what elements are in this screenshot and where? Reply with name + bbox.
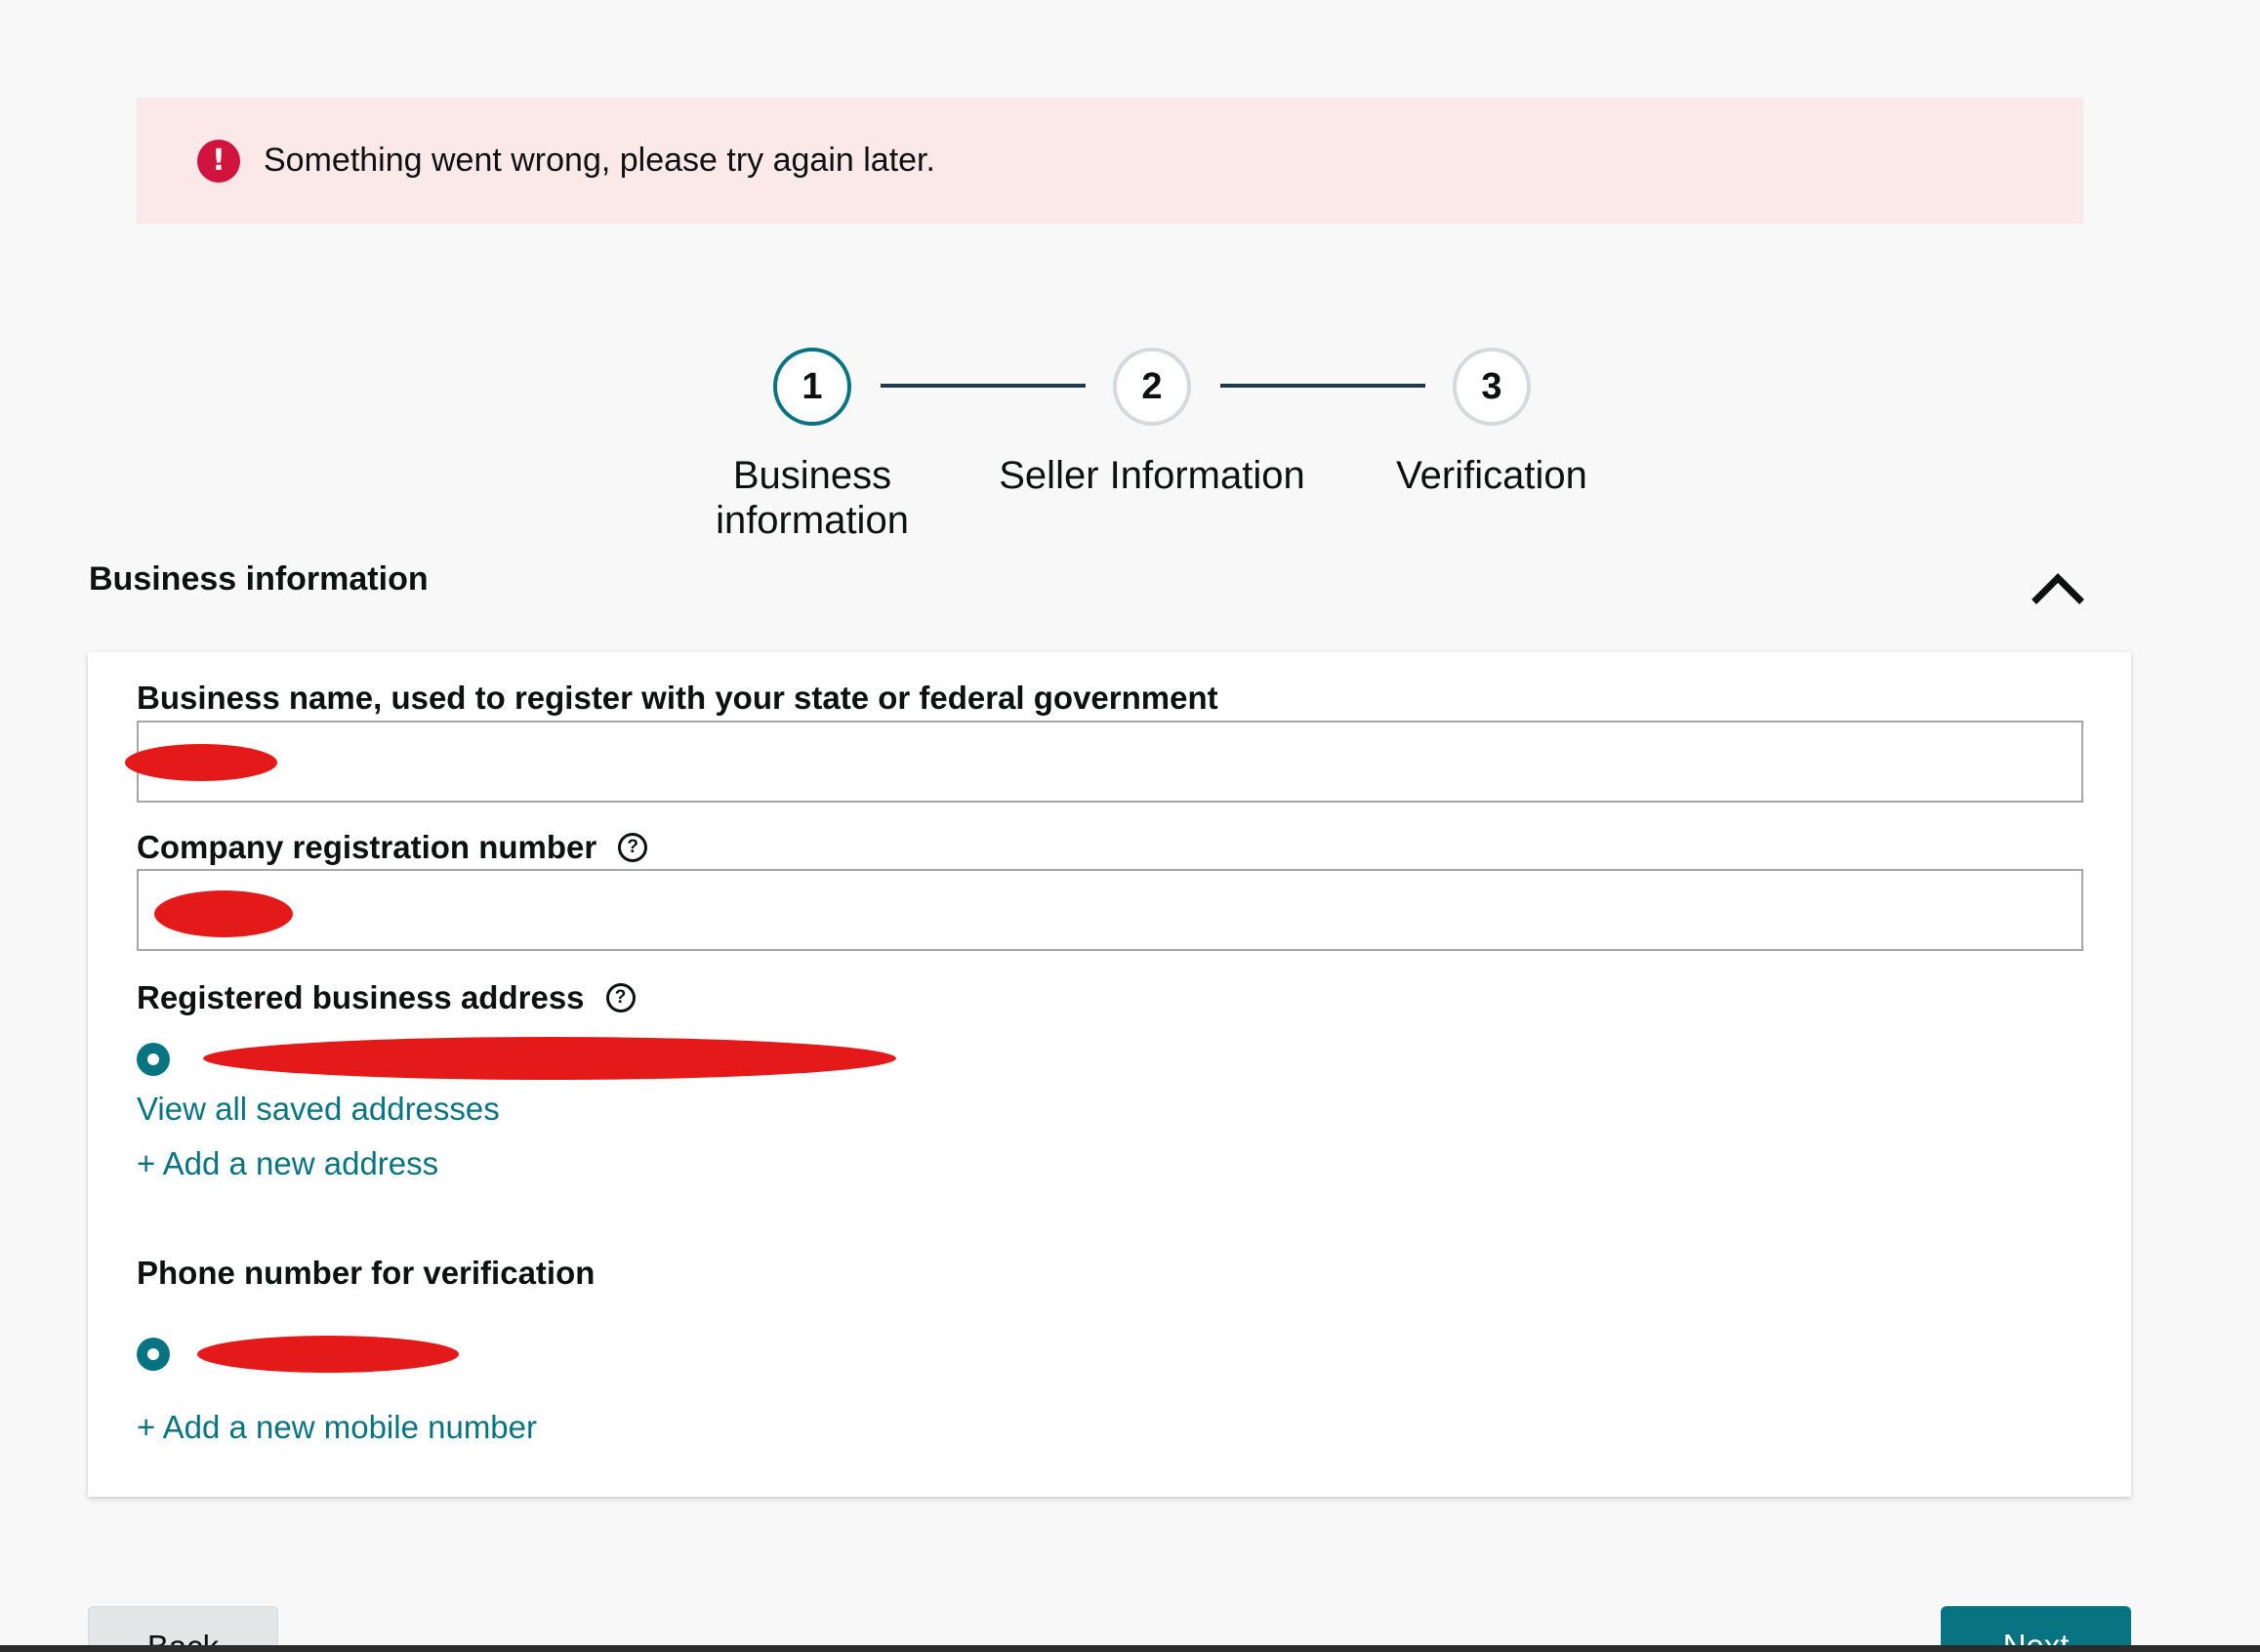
phone-label-text: Phone number for verification bbox=[137, 1255, 596, 1291]
help-icon[interactable]: ? bbox=[618, 833, 648, 862]
add-mobile-link[interactable]: + Add a new mobile number bbox=[137, 1409, 537, 1446]
step-2-circle: 2 bbox=[1113, 348, 1191, 426]
alert-icon-glyph: ! bbox=[212, 144, 226, 178]
redacted-business-name bbox=[125, 744, 277, 781]
address-label-text: Registered business address bbox=[137, 979, 585, 1015]
step-1-label-line1: Business bbox=[732, 454, 892, 497]
redacted-address bbox=[203, 1037, 896, 1080]
step-3-number: 3 bbox=[1481, 365, 1502, 407]
chevron-up-icon[interactable] bbox=[2031, 568, 2085, 607]
error-alert: ! Something went wrong, please try again… bbox=[137, 98, 2083, 224]
help-icon-glyph: ? bbox=[627, 837, 639, 857]
step-1-label-line2: information bbox=[716, 499, 909, 542]
business-name-label-text: Business name, used to register with you… bbox=[137, 680, 1218, 716]
business-name-label: Business name, used to register with you… bbox=[137, 680, 1218, 717]
step-3-label: Verification bbox=[1396, 454, 1587, 497]
step-1-number: 1 bbox=[801, 365, 823, 407]
window-bottom-edge bbox=[0, 1645, 2260, 1652]
company-reg-label: Company registration number ? bbox=[137, 829, 648, 866]
view-saved-addresses-link[interactable]: View all saved addresses bbox=[137, 1091, 500, 1128]
alert-circle-icon: ! bbox=[197, 139, 240, 183]
company-reg-input[interactable] bbox=[137, 869, 2083, 951]
redacted-phone bbox=[197, 1336, 459, 1373]
address-radio[interactable] bbox=[137, 1043, 170, 1076]
phone-radio[interactable] bbox=[137, 1338, 170, 1371]
company-reg-label-text: Company registration number bbox=[137, 829, 597, 865]
alert-message: Something went wrong, please try again l… bbox=[264, 142, 935, 179]
step-1-circle: 1 bbox=[773, 348, 851, 426]
redacted-company-reg bbox=[154, 890, 293, 937]
step-2-number: 2 bbox=[1141, 365, 1163, 407]
step-3-circle: 3 bbox=[1453, 348, 1531, 426]
page: ! Something went wrong, please try again… bbox=[0, 0, 2260, 1652]
step-1-label: Business information bbox=[695, 453, 929, 543]
help-icon-glyph: ? bbox=[614, 987, 627, 1008]
help-icon[interactable]: ? bbox=[605, 983, 636, 1012]
step-2-label: Seller Information bbox=[999, 454, 1305, 497]
step-connector-1 bbox=[881, 384, 1086, 388]
address-label: Registered business address ? bbox=[137, 979, 636, 1016]
business-name-input[interactable] bbox=[137, 721, 2083, 803]
step-connector-2 bbox=[1220, 384, 1425, 388]
section-title: Business information bbox=[89, 560, 429, 598]
add-address-link[interactable]: + Add a new address bbox=[137, 1145, 438, 1182]
phone-label: Phone number for verification bbox=[137, 1255, 595, 1292]
